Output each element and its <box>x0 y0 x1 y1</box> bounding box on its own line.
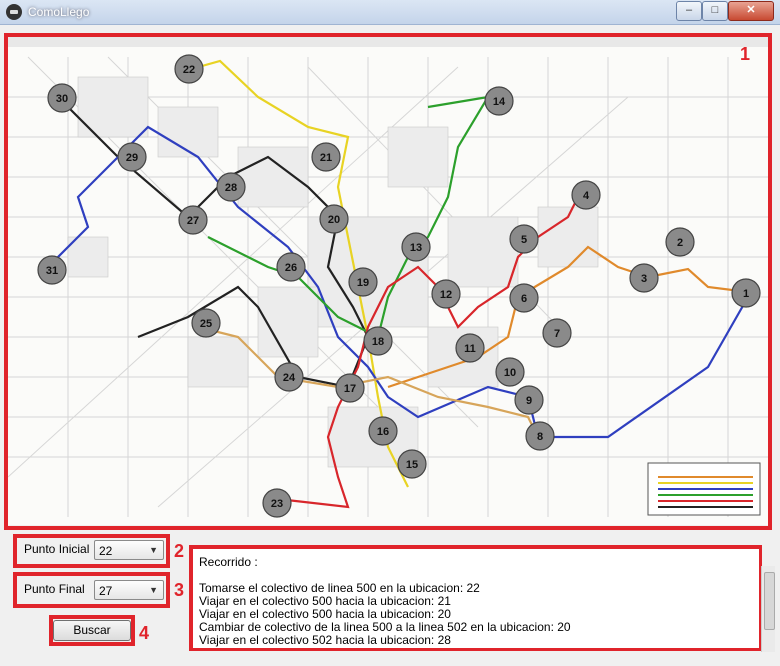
app-icon <box>6 4 22 20</box>
result-line: Viajar en el colectivo 502 hacia la ubic… <box>199 633 451 647</box>
start-point-label: Punto Inicial <box>24 542 90 556</box>
close-button[interactable]: ✕ <box>728 1 774 21</box>
annotation-number-3: 3 <box>174 580 185 600</box>
minimize-button[interactable]: – <box>676 1 702 21</box>
annotation-box-map <box>4 33 772 530</box>
search-button[interactable]: Buscar <box>53 620 131 641</box>
window-title: ComoLlego <box>28 5 90 19</box>
result-scrollbar[interactable] <box>761 566 775 652</box>
annotation-number-1: 1 <box>740 44 751 64</box>
chevron-down-icon: ▼ <box>149 545 158 555</box>
annotation-number-4: 4 <box>139 623 150 643</box>
annotation-number-2: 2 <box>174 541 185 561</box>
end-point-label: Punto Final <box>24 582 85 596</box>
route-result-textbox[interactable]: Recorrido : Tomarse el colectivo de line… <box>193 549 759 648</box>
end-point-select[interactable]: 27 ▼ <box>94 580 164 600</box>
title-bar: ComoLlego – □ ✕ <box>0 0 780 25</box>
result-line: Recorrido : <box>199 555 258 569</box>
end-point-value: 27 <box>99 584 113 598</box>
scrollbar-thumb[interactable] <box>764 572 775 630</box>
maximize-button[interactable]: □ <box>702 1 728 21</box>
start-point-value: 22 <box>99 544 113 558</box>
start-point-select[interactable]: 22 ▼ <box>94 540 164 560</box>
chevron-down-icon: ▼ <box>149 585 158 595</box>
